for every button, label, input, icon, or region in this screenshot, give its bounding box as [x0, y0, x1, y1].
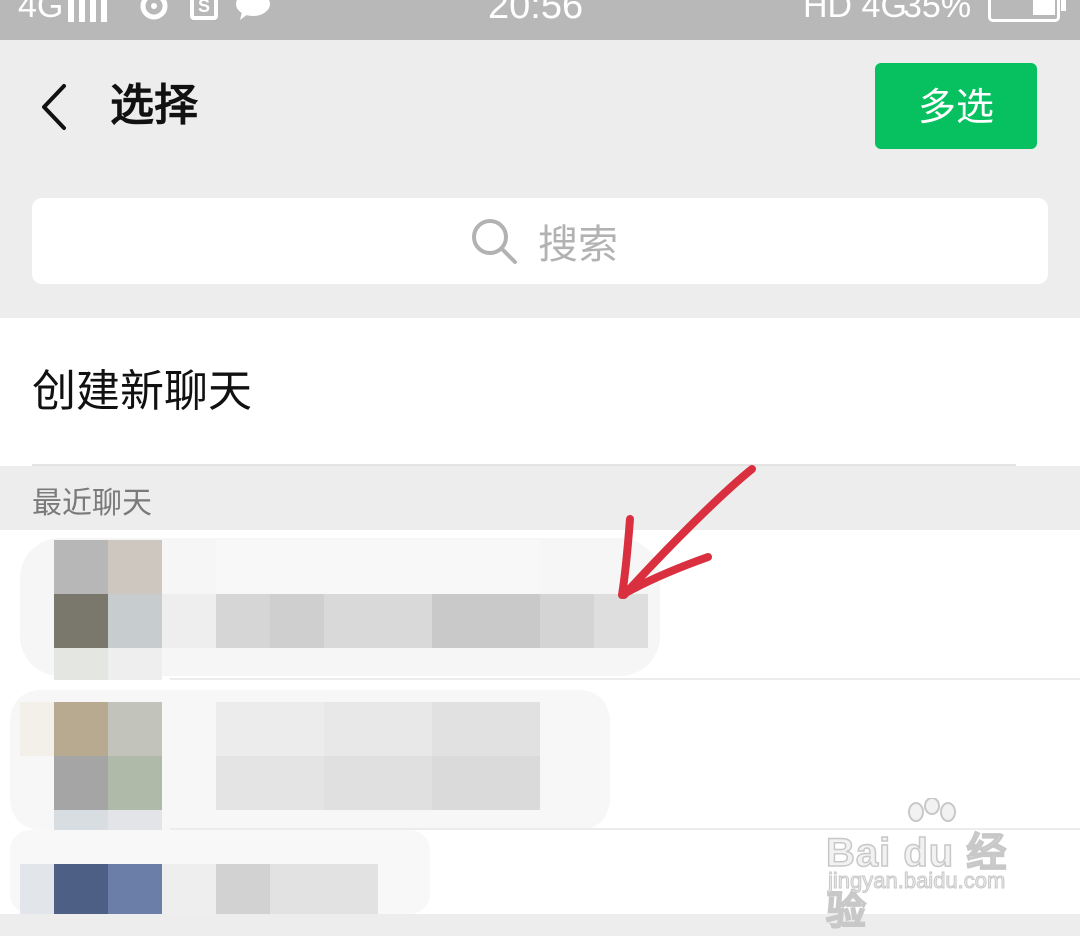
search-placeholder-group: 搜索	[470, 198, 618, 284]
back-arrow-icon[interactable]	[30, 82, 80, 132]
clock: 20:56	[488, 0, 584, 27]
recent-chats-header: 最近聊天	[32, 486, 152, 521]
multi-select-button[interactable]: 多选	[875, 63, 1037, 149]
svg-text:S: S	[198, 0, 210, 16]
name-pixel	[324, 756, 432, 810]
avatar-pixel	[54, 702, 108, 756]
avatar-pixel	[54, 864, 108, 914]
avatar-pixel	[20, 864, 54, 914]
name-pixel	[216, 864, 270, 914]
wechat-notification-icon	[236, 0, 270, 20]
name-pixel	[324, 594, 432, 648]
avatar-pixel	[108, 540, 162, 594]
network-indicator: 4G	[18, 0, 64, 25]
avatar-pixel	[108, 594, 162, 648]
avatar-pixel	[54, 648, 108, 680]
name-pixel	[216, 702, 324, 756]
avatar-pixel	[54, 540, 108, 594]
weibo-icon	[140, 0, 168, 20]
create-new-chat-row[interactable]: 创建新聊天	[0, 318, 1080, 466]
name-pixel	[324, 702, 432, 756]
hd-network-indicator: HD 4G	[803, 0, 907, 25]
create-new-chat-label: 创建新聊天	[32, 366, 252, 417]
avatar-pixel	[108, 702, 162, 756]
battery-icon	[988, 0, 1066, 22]
baidu-jingyan-watermark: Bai du 经验 jingyan.baidu.com	[825, 798, 1036, 934]
status-bar: 4G S 20:56 HD 4G 35%	[0, 0, 1080, 40]
search-bar[interactable]: 搜索	[32, 198, 1048, 284]
watermark-url: jingyan.baidu.com	[827, 868, 1006, 894]
annotation-arrow-icon	[618, 465, 756, 599]
page-title: 选择	[110, 80, 198, 131]
list-item[interactable]	[0, 530, 1080, 680]
divider	[32, 464, 1016, 466]
search-placeholder: 搜索	[538, 222, 618, 268]
avatar-pixel	[108, 810, 162, 830]
avatar-pixel	[108, 756, 162, 810]
avatar-pixel	[108, 864, 162, 914]
name-pixel	[216, 540, 540, 594]
name-pixel	[432, 594, 540, 648]
top-bar: 选择 多选	[0, 40, 1080, 180]
name-pixel	[432, 702, 540, 756]
search-icon	[472, 219, 517, 264]
name-pixel	[216, 756, 324, 810]
avatar-pixel	[108, 648, 162, 680]
battery-percent: 35%	[903, 0, 972, 25]
s-app-icon: S	[190, 0, 218, 20]
name-pixel	[162, 594, 216, 648]
name-pixel	[270, 594, 324, 648]
avatar-pixel	[20, 702, 54, 756]
name-pixel	[432, 756, 540, 810]
avatar-pixel	[54, 594, 108, 648]
name-pixel	[270, 864, 378, 914]
avatar-pixel	[54, 756, 108, 810]
signal-icon	[68, 0, 107, 22]
avatar-pixel	[54, 810, 108, 830]
name-pixel	[162, 864, 216, 914]
name-pixel	[540, 594, 594, 648]
